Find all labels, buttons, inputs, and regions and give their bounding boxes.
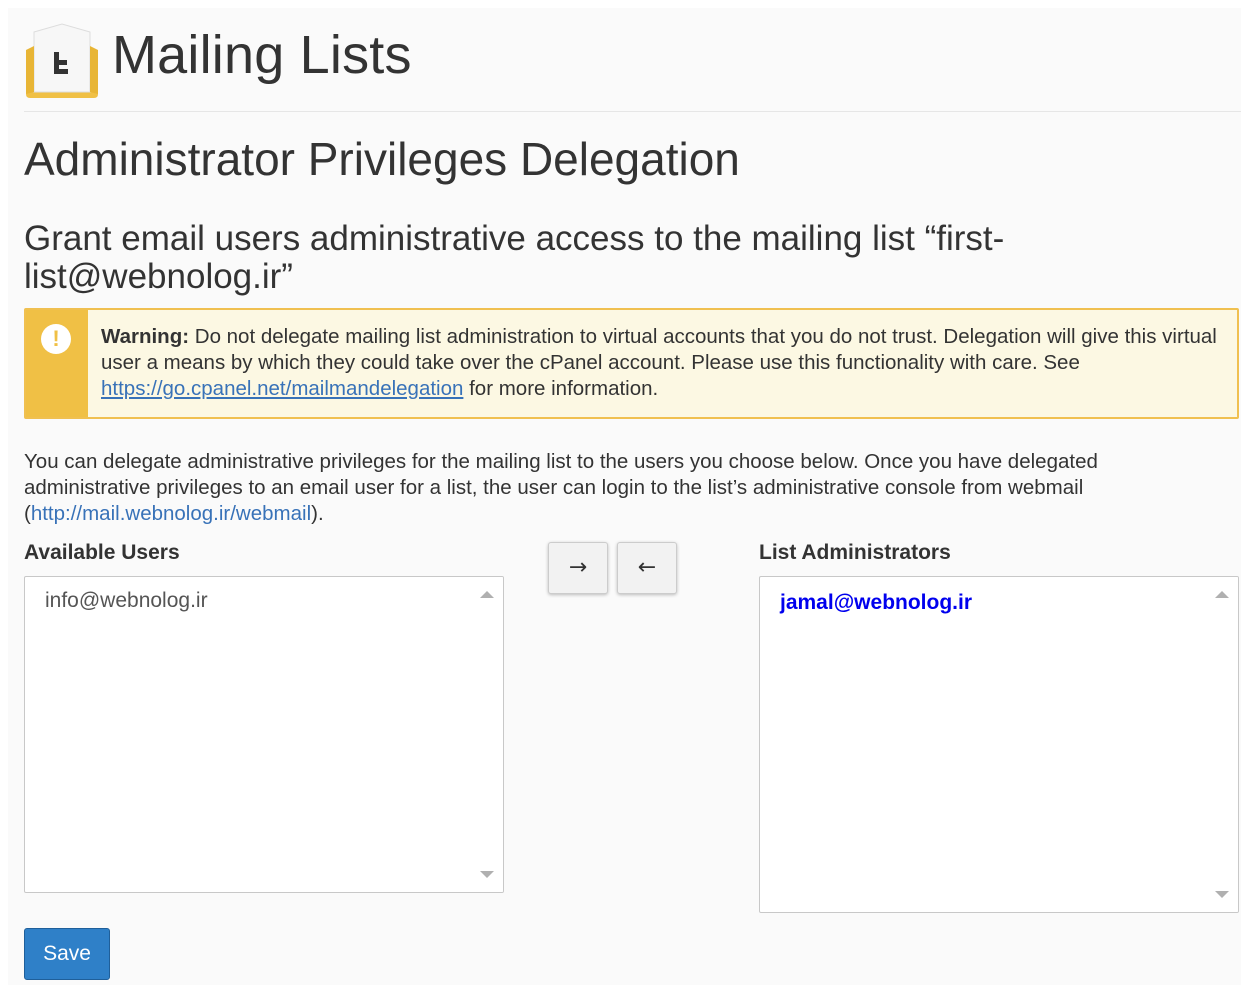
available-user-option[interactable]: info@webnolog.ir	[45, 589, 208, 613]
scroll-down-icon[interactable]	[480, 871, 494, 878]
list-administrators-select[interactable]: jamal@webnolog.ir	[759, 576, 1239, 913]
warning-text: Do not delegate mailing list administrat…	[101, 325, 1217, 374]
intro-paragraph: You can delegate administrative privileg…	[24, 449, 1224, 527]
exclamation-icon: !	[41, 324, 71, 354]
warning-text-end: for more information.	[463, 377, 659, 400]
intro-text-end: ).	[311, 502, 324, 525]
warning-callout: ! Warning: Do not delegate mailing list …	[24, 308, 1239, 419]
save-button[interactable]: Save	[24, 928, 110, 980]
page: Mailing Lists Administrator Privileges D…	[8, 8, 1241, 985]
available-users-label: Available Users	[24, 541, 180, 564]
available-users-select[interactable]: info@webnolog.ir	[24, 576, 504, 893]
available-users-scrollbar[interactable]	[473, 577, 503, 892]
scroll-up-icon[interactable]	[1215, 591, 1229, 598]
delegation-doc-link[interactable]: https://go.cpanel.net/mailmandelegation	[101, 377, 463, 400]
admin-option[interactable]: jamal@webnolog.ir	[780, 591, 972, 615]
remove-admin-button[interactable]: ←	[617, 542, 677, 594]
mailing-lists-icon	[26, 23, 98, 98]
warning-message: Warning: Do not delegate mailing list ad…	[101, 324, 1221, 402]
add-admin-button[interactable]: →	[548, 542, 608, 594]
webmail-link[interactable]: http://mail.webnolog.ir/webmail	[31, 502, 311, 525]
page-header: Mailing Lists	[24, 22, 1241, 112]
list-administrators-label: List Administrators	[759, 541, 951, 564]
warning-sidebar: !	[26, 310, 88, 417]
scroll-up-icon[interactable]	[480, 591, 494, 598]
warning-label: Warning:	[101, 325, 190, 348]
section-title: Administrator Privileges Delegation	[24, 133, 740, 185]
administrators-scrollbar[interactable]	[1208, 577, 1238, 912]
scroll-down-icon[interactable]	[1215, 891, 1229, 898]
page-subtitle: Grant email users administrative access …	[24, 219, 1005, 296]
page-title: Mailing Lists	[112, 25, 412, 85]
